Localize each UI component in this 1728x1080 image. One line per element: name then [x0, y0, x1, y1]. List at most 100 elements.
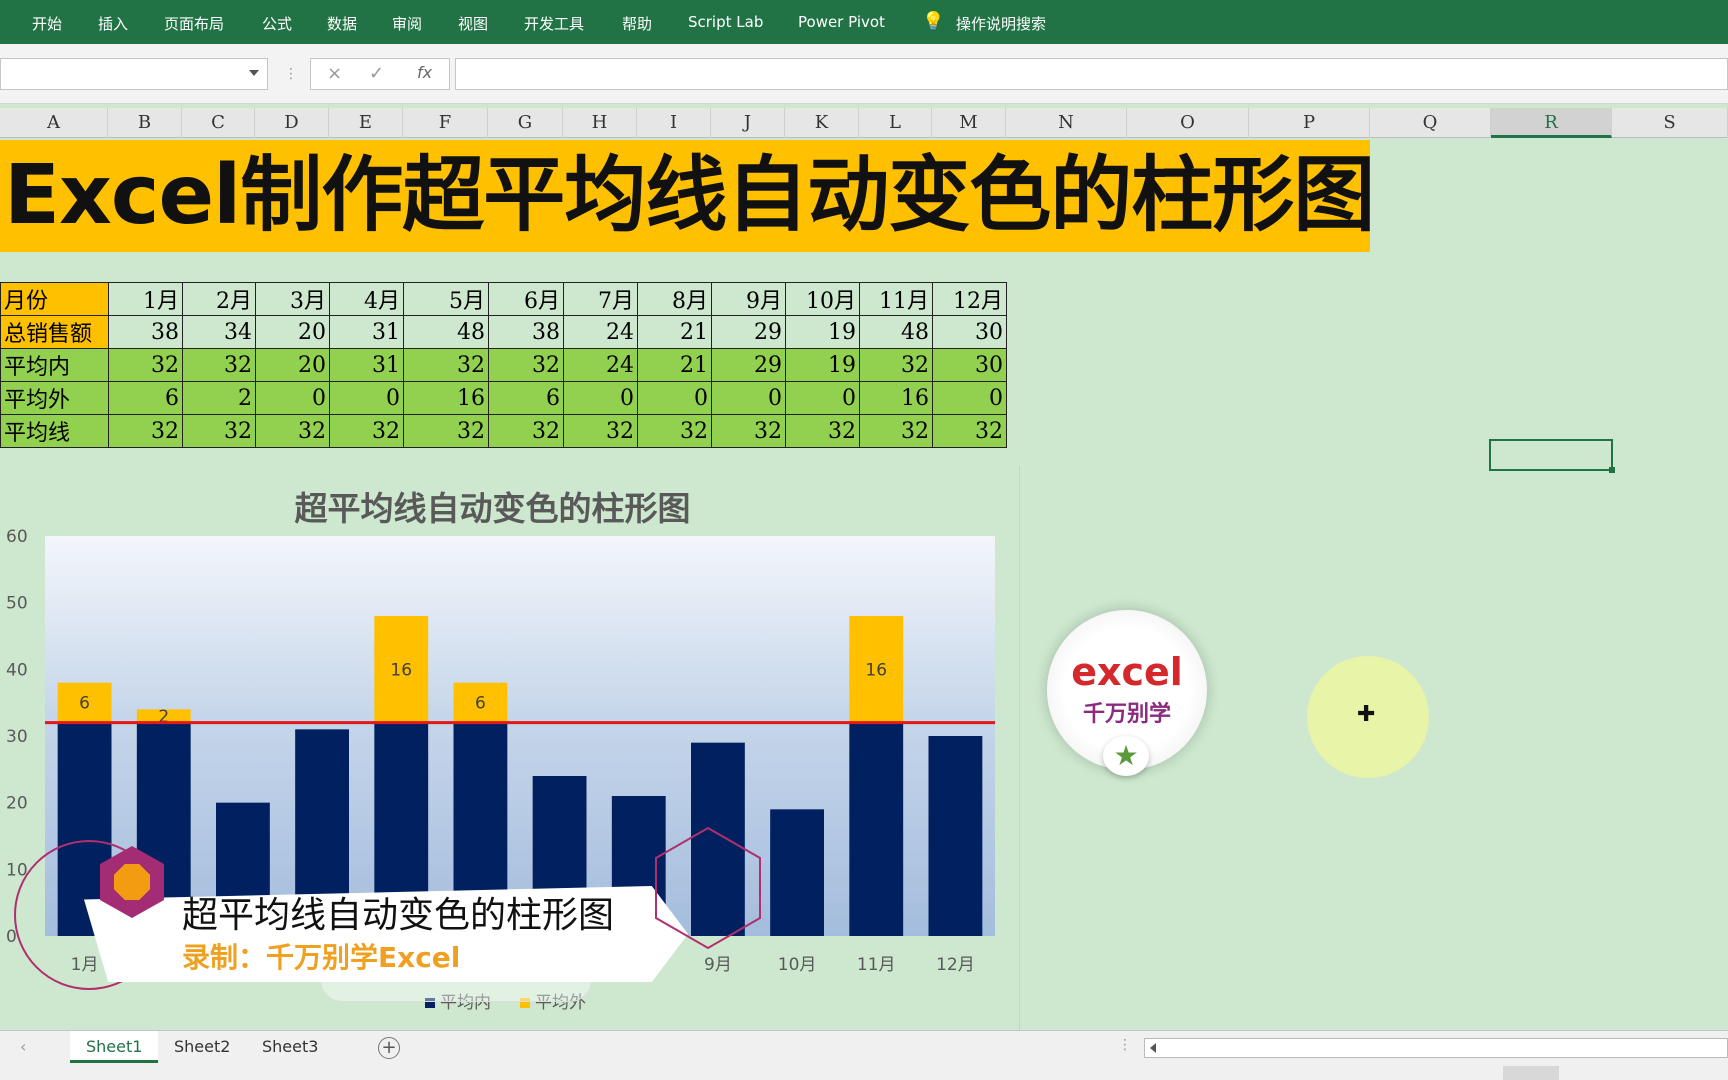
- table-cell[interactable]: 32: [563, 414, 638, 448]
- table-cell[interactable]: 32: [859, 348, 933, 382]
- table-cell[interactable]: 32: [108, 348, 183, 382]
- table-cell[interactable]: 5月: [403, 282, 489, 316]
- table-cell[interactable]: 0: [329, 381, 404, 415]
- split-handle-icon[interactable]: ⋮: [1118, 1037, 1132, 1053]
- column-header[interactable]: M: [932, 108, 1006, 138]
- sheet-tab-3[interactable]: Sheet3: [246, 1031, 334, 1063]
- table-cell[interactable]: 30: [932, 315, 1007, 349]
- tab-power-pivot[interactable]: Power Pivot: [798, 13, 885, 31]
- fill-handle[interactable]: [1609, 467, 1615, 473]
- tell-me-search[interactable]: 操作说明搜索: [956, 13, 1046, 34]
- table-cell[interactable]: 20: [255, 348, 330, 382]
- title-banner[interactable]: Excel制作超平均线自动变色的柱形图: [0, 140, 1375, 252]
- row-label-cell[interactable]: 平均内: [0, 348, 109, 382]
- column-header[interactable]: K: [785, 108, 859, 138]
- cancel-icon[interactable]: ×: [327, 63, 342, 84]
- tab-help[interactable]: 帮助: [622, 13, 652, 34]
- tab-formulas[interactable]: 公式: [262, 13, 292, 34]
- tab-view[interactable]: 视图: [458, 13, 488, 34]
- column-header[interactable]: C: [182, 108, 255, 138]
- column-header[interactable]: H: [563, 108, 637, 138]
- table-cell[interactable]: 48: [403, 315, 489, 349]
- table-cell[interactable]: 0: [255, 381, 330, 415]
- table-cell[interactable]: 32: [932, 414, 1007, 448]
- row-label-cell[interactable]: 总销售额: [0, 315, 109, 349]
- table-cell[interactable]: 32: [859, 414, 933, 448]
- column-header[interactable]: L: [859, 108, 932, 138]
- sheet-tab-2[interactable]: Sheet2: [158, 1031, 246, 1063]
- formula-input[interactable]: [455, 58, 1728, 90]
- column-header[interactable]: A: [0, 108, 108, 138]
- column-header[interactable]: E: [329, 108, 403, 138]
- bar-within-average[interactable]: [770, 809, 824, 936]
- table-cell[interactable]: 48: [859, 315, 933, 349]
- column-header[interactable]: D: [255, 108, 329, 138]
- tab-script-lab[interactable]: Script Lab: [688, 13, 763, 31]
- data-label[interactable]: 16: [865, 660, 887, 680]
- table-cell[interactable]: 32: [255, 414, 330, 448]
- chevron-down-icon[interactable]: [249, 70, 259, 76]
- tab-review[interactable]: 审阅: [392, 13, 422, 34]
- table-cell[interactable]: 0: [637, 381, 712, 415]
- table-cell[interactable]: 0: [563, 381, 638, 415]
- table-cell[interactable]: 32: [711, 414, 786, 448]
- table-cell[interactable]: 0: [932, 381, 1007, 415]
- table-cell[interactable]: 32: [182, 414, 256, 448]
- data-label[interactable]: 6: [79, 694, 90, 714]
- function-icon[interactable]: fx: [417, 63, 432, 82]
- column-header[interactable]: S: [1612, 108, 1728, 138]
- active-cell[interactable]: [1489, 439, 1615, 473]
- table-cell[interactable]: 32: [403, 348, 489, 382]
- column-header[interactable]: O: [1127, 108, 1249, 138]
- table-cell[interactable]: 16: [859, 381, 933, 415]
- table-cell[interactable]: 32: [785, 414, 860, 448]
- table-cell[interactable]: 6: [488, 381, 564, 415]
- table-cell[interactable]: 29: [711, 348, 786, 382]
- column-header[interactable]: J: [711, 108, 785, 138]
- scroll-left-icon[interactable]: [1150, 1043, 1156, 1053]
- column-header[interactable]: Q: [1370, 108, 1491, 138]
- sheet-nav-left-icon[interactable]: ‹: [4, 1031, 42, 1063]
- table-cell[interactable]: 32: [329, 414, 404, 448]
- tab-developer[interactable]: 开发工具: [524, 13, 584, 34]
- table-cell[interactable]: 3月: [255, 282, 330, 316]
- column-header[interactable]: B: [108, 108, 182, 138]
- table-cell[interactable]: 38: [108, 315, 183, 349]
- table-cell[interactable]: 24: [563, 348, 638, 382]
- table-cell[interactable]: 0: [711, 381, 786, 415]
- table-cell[interactable]: 12月: [932, 282, 1007, 316]
- x-tick-label[interactable]: 12月: [936, 955, 975, 975]
- bar-within-average[interactable]: [928, 736, 983, 936]
- tab-page-layout[interactable]: 页面布局: [164, 13, 224, 34]
- y-tick-label[interactable]: 30: [6, 727, 28, 747]
- table-cell[interactable]: 20: [255, 315, 330, 349]
- column-header[interactable]: P: [1249, 108, 1370, 138]
- table-cell[interactable]: 2: [182, 381, 256, 415]
- table-cell[interactable]: 19: [785, 315, 860, 349]
- table-cell[interactable]: 38: [488, 315, 564, 349]
- table-cell[interactable]: 29: [711, 315, 786, 349]
- table-cell[interactable]: 31: [329, 315, 404, 349]
- add-sheet-button[interactable]: +: [378, 1037, 400, 1059]
- table-cell[interactable]: 32: [488, 414, 564, 448]
- data-label[interactable]: 6: [475, 694, 486, 714]
- table-cell[interactable]: 31: [329, 348, 404, 382]
- table-cell[interactable]: 34: [182, 315, 256, 349]
- drag-handle-icon[interactable]: ⋮: [284, 66, 298, 82]
- y-tick-label[interactable]: 60: [6, 527, 28, 547]
- table-cell[interactable]: 32: [182, 348, 256, 382]
- tab-insert[interactable]: 插入: [98, 13, 128, 34]
- table-cell[interactable]: 16: [403, 381, 489, 415]
- table-cell[interactable]: 11月: [859, 282, 933, 316]
- table-cell[interactable]: 0: [785, 381, 860, 415]
- y-tick-label[interactable]: 50: [6, 594, 28, 614]
- table-cell[interactable]: 21: [637, 315, 712, 349]
- table-cell[interactable]: 6: [108, 381, 183, 415]
- y-tick-label[interactable]: 20: [6, 794, 28, 814]
- x-tick-label[interactable]: 11月: [857, 955, 896, 975]
- page-layout-view-button[interactable]: [1572, 1066, 1608, 1080]
- horizontal-scrollbar[interactable]: [1144, 1038, 1728, 1058]
- table-cell[interactable]: 1月: [108, 282, 183, 316]
- sheet-tab-1[interactable]: Sheet1: [70, 1031, 159, 1063]
- y-tick-label[interactable]: 40: [6, 660, 28, 680]
